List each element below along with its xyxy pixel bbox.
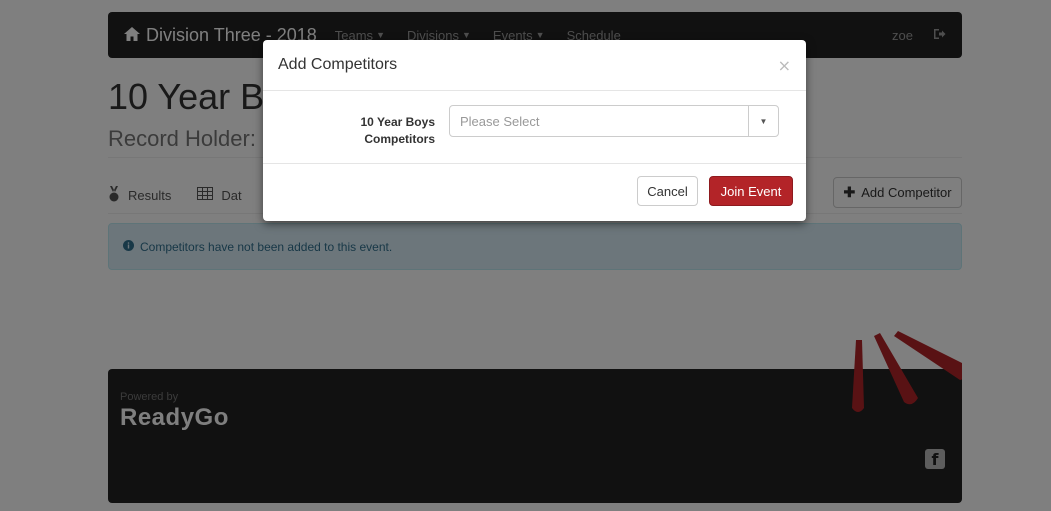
field-label-line-2: Competitors [364,132,435,146]
modal-footer: Cancel Join Event [263,164,806,221]
chevron-down-icon[interactable]: ▼ [748,106,778,136]
add-competitors-modal: Add Competitors × 10 Year Boys Competito… [263,40,806,221]
competitors-field-label: 10 Year Boys Competitors [323,114,435,148]
modal-header: Add Competitors × [263,40,806,91]
select-placeholder: Please Select [460,113,540,129]
close-icon[interactable]: × [778,56,791,75]
competitors-select[interactable]: Please Select ▼ [449,105,779,137]
modal-title: Add Competitors [278,56,398,73]
modal-body: 10 Year Boys Competitors Please Select ▼ [263,91,806,164]
field-label-line-1: 10 Year Boys [360,115,435,129]
cancel-button[interactable]: Cancel [637,176,698,206]
join-event-button[interactable]: Join Event [709,176,793,206]
